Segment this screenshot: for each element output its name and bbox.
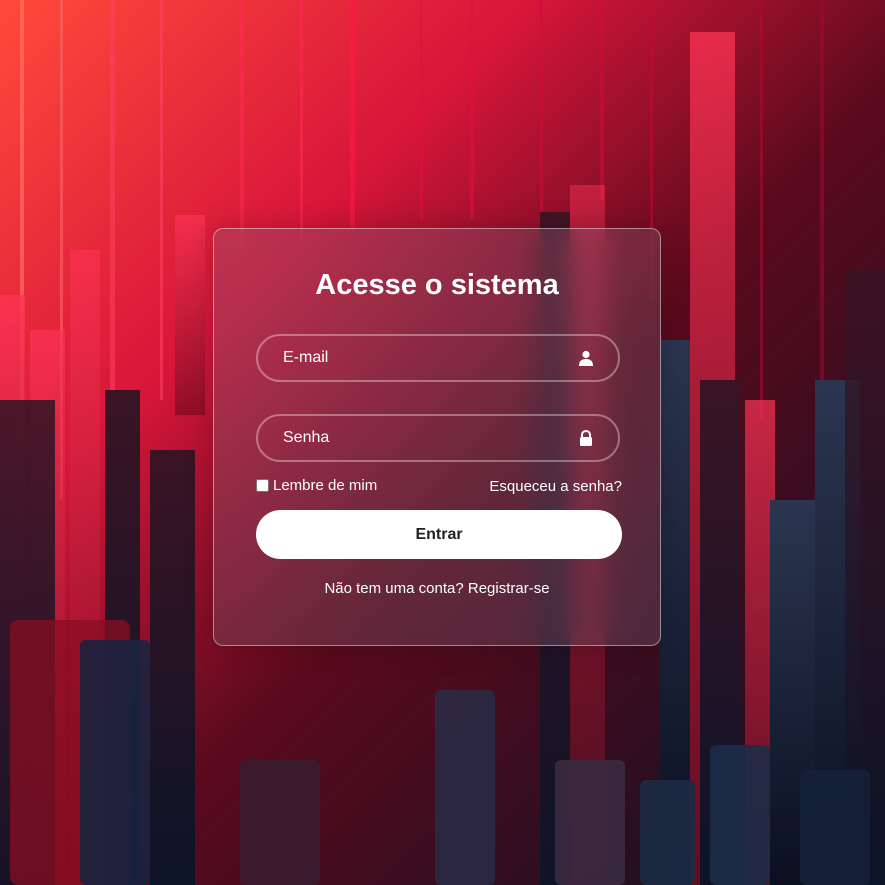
remember-forgot-row: Lembre de mim Esqueceu a senha? <box>256 477 622 497</box>
password-field[interactable] <box>258 416 618 460</box>
lock-icon <box>580 430 592 446</box>
remember-me[interactable]: Lembre de mim <box>256 477 377 494</box>
login-button[interactable]: Entrar <box>256 510 622 559</box>
register-row: Não tem uma conta? Registrar-se <box>214 580 660 597</box>
login-card: Acesse o sistema Lembre de mim Esqueceu … <box>213 228 661 646</box>
password-field-wrapper <box>256 414 620 462</box>
forgot-password-link[interactable]: Esqueceu a senha? <box>489 478 622 495</box>
email-field[interactable] <box>258 336 618 380</box>
remember-checkbox[interactable] <box>256 479 269 492</box>
remember-label: Lembre de mim <box>273 477 378 494</box>
register-prompt: Não tem uma conta? <box>324 580 464 597</box>
page-title: Acesse o sistema <box>315 269 559 301</box>
register-link[interactable]: Registrar-se <box>468 580 550 597</box>
email-field-wrapper <box>256 334 620 382</box>
user-icon <box>579 350 593 366</box>
